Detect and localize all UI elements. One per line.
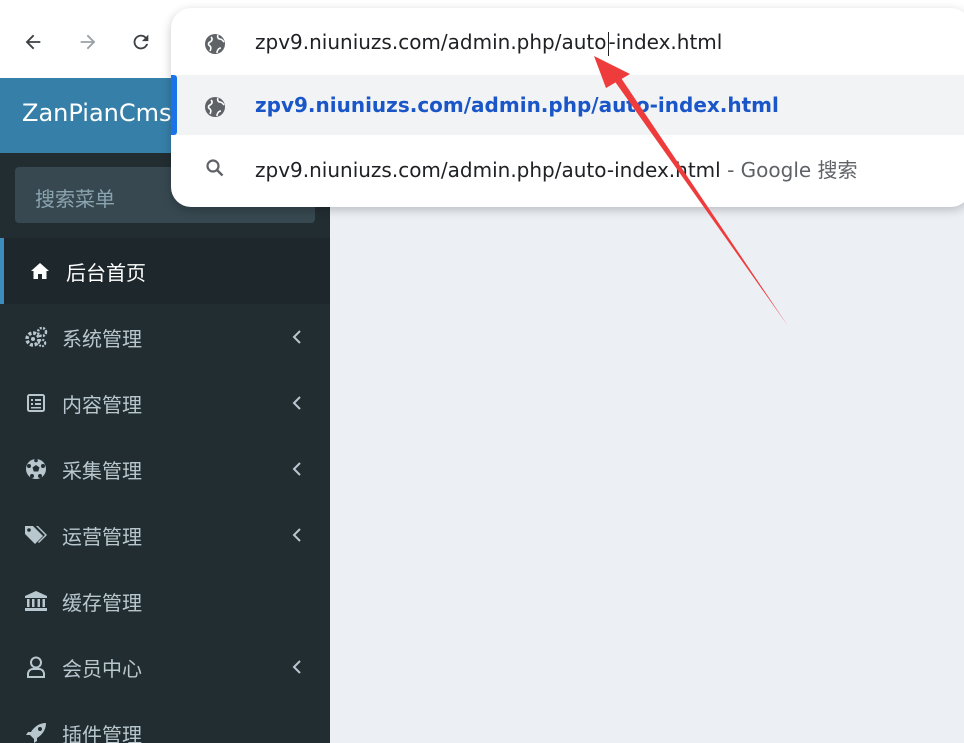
chevron-left-icon xyxy=(292,396,301,410)
chevron-left-icon xyxy=(292,330,301,344)
bank-icon xyxy=(24,589,48,613)
arrow-right-icon xyxy=(80,34,96,50)
arrow-left-icon xyxy=(25,34,41,50)
sidebar-item-cache[interactable]: 缓存管理 xyxy=(0,568,330,634)
sidebar-item-label: 内容管理 xyxy=(62,393,142,417)
selected-indicator xyxy=(171,75,177,135)
sidebar-item-label: 会员中心 xyxy=(62,657,142,681)
sidebar-item-label: 系统管理 xyxy=(62,327,142,351)
suggestion-url-text: zpv9.niuniuzs.com/admin.php/auto-index.h… xyxy=(255,93,779,117)
address-text-before-caret: zpv9.niuniuzs.com/admin.php/auto xyxy=(255,30,607,54)
globe-icon xyxy=(205,97,225,117)
forward-button[interactable] xyxy=(70,24,106,60)
suggestion-search-text: zpv9.niuniuzs.com/admin.php/auto-index.h… xyxy=(255,154,858,183)
search-icon xyxy=(206,159,224,177)
sidebar-item-label: 运营管理 xyxy=(62,525,142,549)
reload-icon xyxy=(133,34,149,50)
sidebar-item-plugins[interactable]: 插件管理 xyxy=(0,700,330,743)
globe-icon xyxy=(205,34,225,54)
omnibox-suggestion-search[interactable]: zpv9.niuniuzs.com/admin.php/auto-index.h… xyxy=(171,136,964,196)
home-icon xyxy=(28,259,52,283)
sidebar: 搜索菜单 后台首页 系统管理 内容管理 采集管理 运营管理 缓存管理 会员中心 … xyxy=(0,153,330,743)
brand-logo[interactable]: ZanPianCms xyxy=(22,99,172,127)
chevron-left-icon xyxy=(292,528,301,542)
sidebar-item-label: 插件管理 xyxy=(62,723,142,743)
back-button[interactable] xyxy=(15,24,51,60)
menu-search-placeholder: 搜索菜单 xyxy=(35,187,115,211)
sidebar-item-collect[interactable]: 采集管理 xyxy=(0,436,330,502)
reload-button[interactable] xyxy=(123,24,159,60)
sidebar-item-operations[interactable]: 运营管理 xyxy=(0,502,330,568)
address-text-after-caret: -index.html xyxy=(608,30,723,54)
tags-icon xyxy=(24,523,48,547)
user-icon xyxy=(24,655,48,679)
omnibox-dropdown: zpv9.niuniuzs.com/admin.php/auto -index.h… xyxy=(171,8,964,207)
sidebar-item-label: 后台首页 xyxy=(66,261,146,285)
search-query-text: zpv9.niuniuzs.com/admin.php/auto-index.h… xyxy=(255,158,721,182)
soccer-ball-icon xyxy=(24,457,48,481)
address-bar-text: zpv9.niuniuzs.com/admin.php/auto -index.h… xyxy=(255,30,722,56)
address-bar-input[interactable]: zpv9.niuniuzs.com/admin.php/auto -index.h… xyxy=(171,12,964,72)
rocket-icon xyxy=(24,721,48,743)
list-alt-icon xyxy=(24,391,48,415)
sidebar-item-content[interactable]: 内容管理 xyxy=(0,370,330,436)
cogs-icon xyxy=(24,325,48,349)
sidebar-item-dashboard[interactable]: 后台首页 xyxy=(0,238,330,304)
omnibox-suggestion-url[interactable]: zpv9.niuniuzs.com/admin.php/auto-index.h… xyxy=(171,75,964,135)
chevron-left-icon xyxy=(292,462,301,476)
sidebar-item-system[interactable]: 系统管理 xyxy=(0,304,330,370)
chevron-left-icon xyxy=(292,660,301,674)
sidebar-item-members[interactable]: 会员中心 xyxy=(0,634,330,700)
sidebar-item-label: 缓存管理 xyxy=(62,591,142,615)
search-engine-suffix: - Google 搜索 xyxy=(727,158,858,182)
sidebar-item-label: 采集管理 xyxy=(62,459,142,483)
